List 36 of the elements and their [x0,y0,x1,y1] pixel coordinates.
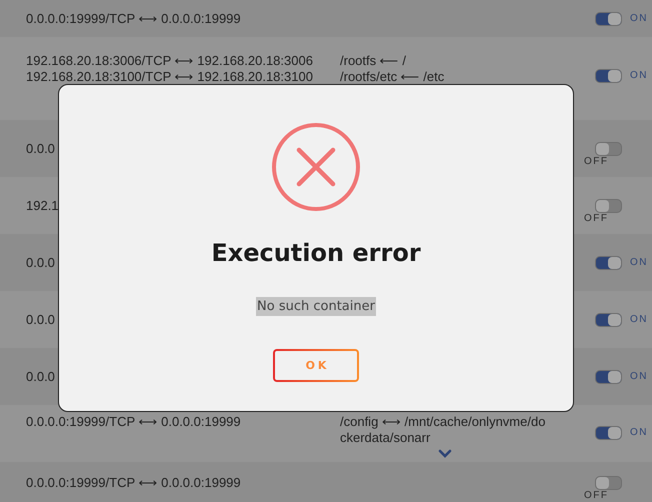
toggle-switch[interactable] [595,256,622,270]
port-mapping: 192.168.20.18:3006/TCP ⟷ 192.168.20.18:3006 [26,53,314,68]
toggle-switch[interactable] [595,12,622,26]
ok-button[interactable]: OK [273,349,359,382]
port-mapping: 0.0.0 [26,312,56,327]
volume-mapping: /rootfs/etc ⟵ /etc [340,69,446,84]
toggle-state-label: ON [630,69,648,82]
port-mapping: 0.0.0 [26,141,56,156]
port-mapping: 0.0.0.0:19999/TCP ⟷ 0.0.0.0:19999 [26,414,242,429]
toggle-state-label: ON [630,370,648,382]
toggle-state-label: ON [630,256,648,268]
port-mapping: 192.1 [26,198,60,213]
toggle-state-label: ON [630,426,648,439]
port-mapping: 0.0.0 [26,369,56,384]
dialog-title: Execution error [211,238,421,269]
port-mapping: 192.168.20.18:3100/TCP ⟷ 192.168.20.18:3100 [26,69,314,84]
toggle-switch[interactable] [595,426,622,440]
toggle-switch[interactable] [595,198,622,212]
error-icon [271,122,361,212]
toggle-switch[interactable] [595,142,622,156]
toggle-state-label: ON [630,12,648,24]
toggle-state-label: OFF [584,156,608,166]
port-mapping: 0.0.0.0:19999/TCP ⟷ 0.0.0.0:19999 [26,475,242,490]
port-mapping: 0.0.0.0:19999/TCP ⟷ 0.0.0.0:19999 [26,11,242,26]
volume-mapping: /config ⟷ /mnt/cache/onlynvme/dockerdata/sonarr [340,414,546,446]
chevron-down-icon[interactable] [438,449,452,458]
toggle-switch[interactable] [595,476,622,490]
error-message: No such container [256,297,376,316]
port-mapping: 0.0.0 [26,255,56,270]
toggle-state-label: OFF [584,490,608,500]
toggle-switch[interactable] [595,69,622,83]
toggle-state-label: OFF [584,212,608,224]
toggle-switch[interactable] [595,370,622,384]
toggle-state-label: ON [630,312,648,326]
toggle-switch[interactable] [595,312,622,326]
volume-mapping: /rootfs ⟵ / [340,53,407,68]
